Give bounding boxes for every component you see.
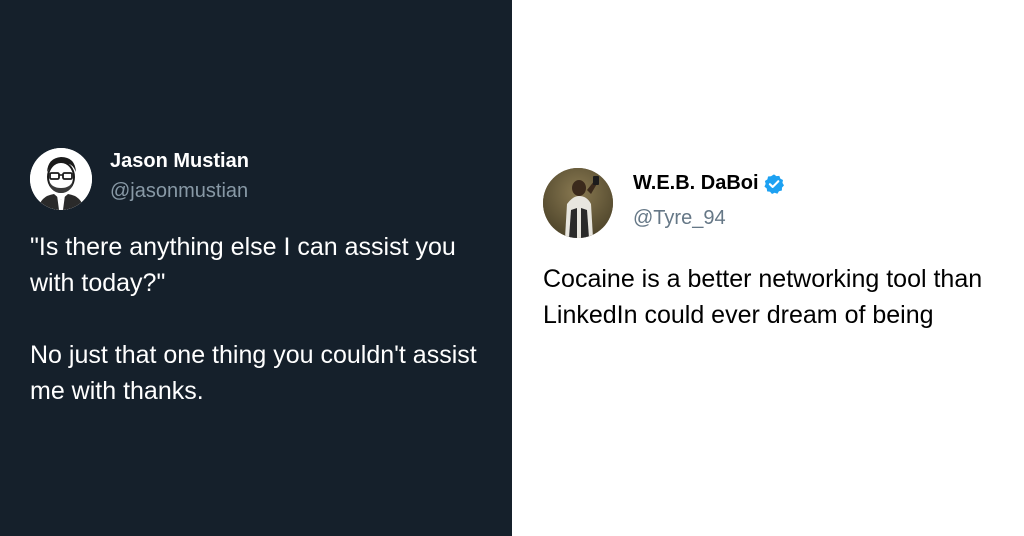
cartoon-man-avatar-icon — [30, 148, 92, 210]
web-daboi-avatar[interactable] — [543, 168, 613, 238]
verified-badge-icon — [763, 173, 785, 195]
web-daboi-name-text[interactable]: W.E.B. DaBoi — [633, 172, 759, 195]
jason-mustian-display-name[interactable]: Jason Mustian — [110, 150, 249, 173]
tweet-paragraph: Cocaine is a better networking tool than… — [543, 265, 983, 329]
jason-mustian-avatar[interactable] — [30, 148, 92, 210]
web-daboi-handle[interactable]: @Tyre_94 — [633, 207, 726, 230]
tweet-paragraph-1: "Is there anything else I can assist you… — [30, 233, 456, 297]
tweet-paragraph-2: No just that one thing you couldn't assi… — [30, 341, 477, 405]
jason-mustian-tweet-text: "Is there anything else I can assist you… — [30, 229, 495, 409]
jason-mustian-handle[interactable]: @jasonmustian — [110, 180, 248, 203]
web-daboi-display-name[interactable]: W.E.B. DaBoi — [633, 172, 785, 195]
web-daboi-tweet-text: Cocaine is a better networking tool than… — [543, 261, 1008, 333]
selfie-photo-icon — [543, 168, 613, 238]
